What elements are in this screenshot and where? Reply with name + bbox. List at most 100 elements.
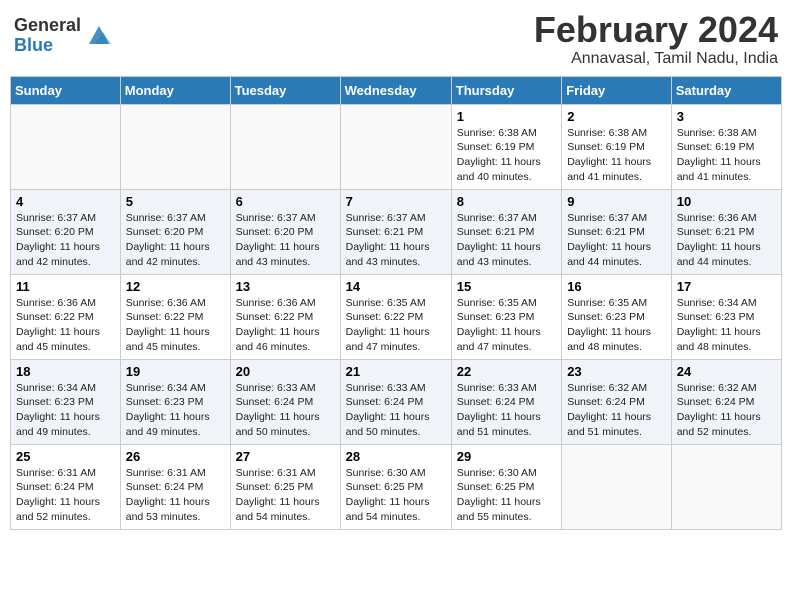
calendar-day-cell: 26Sunrise: 6:31 AM Sunset: 6:24 PM Dayli… (120, 444, 230, 529)
calendar-day-cell: 25 Sunrise: 6:31 AM Sunset: 6:24 PM Dayli… (11, 444, 121, 529)
calendar-day-cell: 24 Sunrise: 6:32 AM Sunset: 6:24 PM Dayli… (671, 359, 781, 444)
calendar-day-cell: 7 Sunrise: 6:37 AM Sunset: 6:21 PM Daylig… (340, 189, 451, 274)
calendar-day-cell: 18 Sunrise: 6:34 AM Sunset: 6:23 PM Dayli… (11, 359, 121, 444)
day-info: Sunrise: 6:35 AM Sunset: 6:23 PM Dayligh… (567, 296, 666, 355)
day-info: Sunrise: 6:37 AM Sunset: 6:21 PM Dayligh… (346, 211, 446, 270)
calendar-day-cell: 9Sunrise: 6:37 AM Sunset: 6:21 PM Daylig… (562, 189, 672, 274)
calendar-day-cell: 17Sunrise: 6:34 AM Sunset: 6:23 PM Dayli… (671, 274, 781, 359)
calendar-day-cell (562, 444, 672, 529)
day-info: Sunrise: 6:37 AM Sunset: 6:20 PM Dayligh… (16, 211, 115, 270)
logo-general-text: General (14, 16, 81, 36)
day-info: Sunrise: 6:36 AM Sunset: 6:22 PM Dayligh… (126, 296, 225, 355)
calendar-day-cell: 23Sunrise: 6:32 AM Sunset: 6:24 PM Dayli… (562, 359, 672, 444)
calendar-week-row: 1 Sunrise: 6:38 AM Sunset: 6:19 PM Daylig… (11, 104, 782, 189)
calendar-day-cell (11, 104, 121, 189)
day-info: Sunrise: 6:35 AM Sunset: 6:22 PM Dayligh… (346, 296, 446, 355)
day-number: 13 (236, 279, 335, 294)
day-number: 25 (16, 449, 115, 464)
day-info: Sunrise: 6:35 AM Sunset: 6:23 PM Dayligh… (457, 296, 556, 355)
day-info: Sunrise: 6:30 AM Sunset: 6:25 PM Dayligh… (457, 466, 556, 525)
day-number: 2 (567, 109, 666, 124)
calendar-day-cell: 6Sunrise: 6:37 AM Sunset: 6:20 PM Daylig… (230, 189, 340, 274)
day-header-thursday: Thursday (451, 76, 561, 104)
calendar-day-cell: 27 Sunrise: 6:31 AM Sunset: 6:25 PM Dayli… (230, 444, 340, 529)
day-info: Sunrise: 6:36 AM Sunset: 6:22 PM Dayligh… (16, 296, 115, 355)
day-number: 1 (457, 109, 556, 124)
day-number: 18 (16, 364, 115, 379)
calendar-day-cell: 4 Sunrise: 6:37 AM Sunset: 6:20 PM Daylig… (11, 189, 121, 274)
day-info: Sunrise: 6:32 AM Sunset: 6:24 PM Dayligh… (677, 381, 776, 440)
logo-icon (85, 22, 113, 50)
day-number: 7 (346, 194, 446, 209)
calendar-day-cell (340, 104, 451, 189)
calendar-day-cell: 22 Sunrise: 6:33 AM Sunset: 6:24 PM Dayli… (451, 359, 561, 444)
day-number: 22 (457, 364, 556, 379)
calendar-day-cell: 21 Sunrise: 6:33 AM Sunset: 6:24 PM Dayli… (340, 359, 451, 444)
day-number: 21 (346, 364, 446, 379)
calendar-subtitle: Annavasal, Tamil Nadu, India (534, 50, 778, 68)
day-number: 19 (126, 364, 225, 379)
day-header-tuesday: Tuesday (230, 76, 340, 104)
day-number: 17 (677, 279, 776, 294)
day-info: Sunrise: 6:33 AM Sunset: 6:24 PM Dayligh… (457, 381, 556, 440)
day-number: 24 (677, 364, 776, 379)
day-number: 20 (236, 364, 335, 379)
day-number: 15 (457, 279, 556, 294)
calendar-day-cell: 3Sunrise: 6:38 AM Sunset: 6:19 PM Daylig… (671, 104, 781, 189)
day-number: 8 (457, 194, 556, 209)
day-info: Sunrise: 6:38 AM Sunset: 6:19 PM Dayligh… (677, 126, 776, 185)
calendar-day-cell: 2 Sunrise: 6:38 AM Sunset: 6:19 PM Daylig… (562, 104, 672, 189)
calendar-table: SundayMondayTuesdayWednesdayThursdayFrid… (10, 76, 782, 530)
day-number: 28 (346, 449, 446, 464)
day-info: Sunrise: 6:33 AM Sunset: 6:24 PM Dayligh… (346, 381, 446, 440)
day-number: 12 (126, 279, 225, 294)
day-number: 16 (567, 279, 666, 294)
calendar-day-cell (120, 104, 230, 189)
day-info: Sunrise: 6:38 AM Sunset: 6:19 PM Dayligh… (567, 126, 666, 185)
day-number: 10 (677, 194, 776, 209)
calendar-day-cell (230, 104, 340, 189)
calendar-day-cell (671, 444, 781, 529)
day-number: 27 (236, 449, 335, 464)
day-header-saturday: Saturday (671, 76, 781, 104)
calendar-day-cell: 11Sunrise: 6:36 AM Sunset: 6:22 PM Dayli… (11, 274, 121, 359)
day-header-wednesday: Wednesday (340, 76, 451, 104)
day-info: Sunrise: 6:33 AM Sunset: 6:24 PM Dayligh… (236, 381, 335, 440)
calendar-day-cell: 8 Sunrise: 6:37 AM Sunset: 6:21 PM Daylig… (451, 189, 561, 274)
day-info: Sunrise: 6:31 AM Sunset: 6:25 PM Dayligh… (236, 466, 335, 525)
day-info: Sunrise: 6:37 AM Sunset: 6:21 PM Dayligh… (457, 211, 556, 270)
calendar-header-row: SundayMondayTuesdayWednesdayThursdayFrid… (11, 76, 782, 104)
calendar-week-row: 18 Sunrise: 6:34 AM Sunset: 6:23 PM Dayli… (11, 359, 782, 444)
calendar-day-cell: 1Sunrise: 6:38 AM Sunset: 6:19 PM Daylig… (451, 104, 561, 189)
calendar-day-cell: 20 Sunrise: 6:33 AM Sunset: 6:24 PM Dayli… (230, 359, 340, 444)
day-info: Sunrise: 6:30 AM Sunset: 6:25 PM Dayligh… (346, 466, 446, 525)
calendar-week-row: 4 Sunrise: 6:37 AM Sunset: 6:20 PM Daylig… (11, 189, 782, 274)
calendar-day-cell: 19Sunrise: 6:34 AM Sunset: 6:23 PM Dayli… (120, 359, 230, 444)
day-info: Sunrise: 6:31 AM Sunset: 6:24 PM Dayligh… (126, 466, 225, 525)
calendar-week-row: 11Sunrise: 6:36 AM Sunset: 6:22 PM Dayli… (11, 274, 782, 359)
calendar-day-cell: 14 Sunrise: 6:35 AM Sunset: 6:22 PM Dayli… (340, 274, 451, 359)
day-info: Sunrise: 6:34 AM Sunset: 6:23 PM Dayligh… (16, 381, 115, 440)
page-header: General Blue February 2024 Annavasal, Ta… (10, 10, 782, 68)
day-number: 29 (457, 449, 556, 464)
day-number: 4 (16, 194, 115, 209)
calendar-day-cell: 28 Sunrise: 6:30 AM Sunset: 6:25 PM Dayli… (340, 444, 451, 529)
calendar-day-cell: 16 Sunrise: 6:35 AM Sunset: 6:23 PM Dayli… (562, 274, 672, 359)
calendar-week-row: 25 Sunrise: 6:31 AM Sunset: 6:24 PM Dayli… (11, 444, 782, 529)
day-header-monday: Monday (120, 76, 230, 104)
logo: General Blue (14, 16, 113, 56)
day-info: Sunrise: 6:31 AM Sunset: 6:24 PM Dayligh… (16, 466, 115, 525)
day-info: Sunrise: 6:37 AM Sunset: 6:21 PM Dayligh… (567, 211, 666, 270)
day-number: 6 (236, 194, 335, 209)
calendar-day-cell: 29 Sunrise: 6:30 AM Sunset: 6:25 PM Dayli… (451, 444, 561, 529)
day-header-friday: Friday (562, 76, 672, 104)
day-info: Sunrise: 6:36 AM Sunset: 6:22 PM Dayligh… (236, 296, 335, 355)
day-info: Sunrise: 6:32 AM Sunset: 6:24 PM Dayligh… (567, 381, 666, 440)
calendar-day-cell: 12 Sunrise: 6:36 AM Sunset: 6:22 PM Dayli… (120, 274, 230, 359)
day-header-sunday: Sunday (11, 76, 121, 104)
day-number: 14 (346, 279, 446, 294)
logo-blue-text: Blue (14, 36, 81, 56)
calendar-day-cell: 15 Sunrise: 6:35 AM Sunset: 6:23 PM Dayli… (451, 274, 561, 359)
calendar-day-cell: 13 Sunrise: 6:36 AM Sunset: 6:22 PM Dayli… (230, 274, 340, 359)
day-info: Sunrise: 6:36 AM Sunset: 6:21 PM Dayligh… (677, 211, 776, 270)
